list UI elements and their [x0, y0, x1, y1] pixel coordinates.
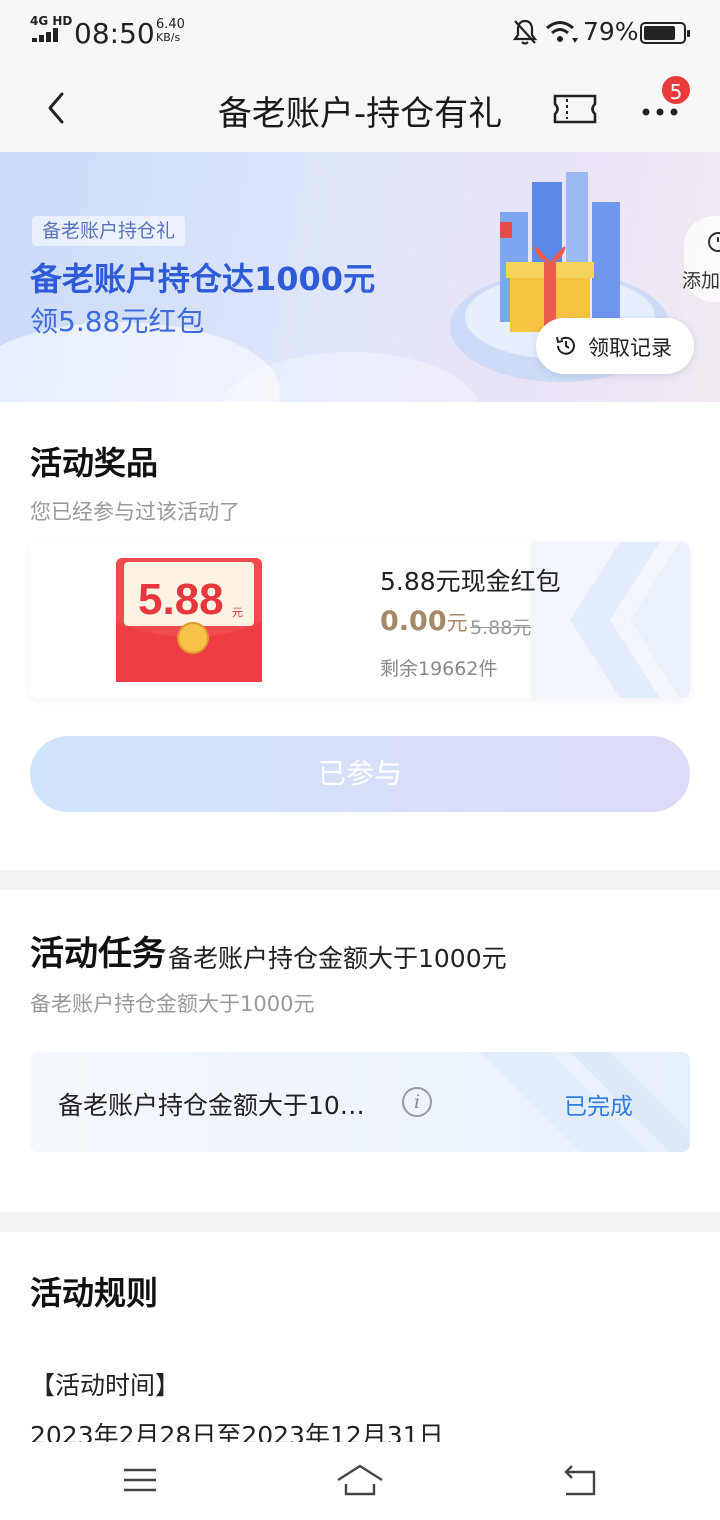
redpack-amount: 5.88	[138, 575, 224, 624]
rules-section: 活动规则 【活动时间】 2023年2月28日至2023年12月31日	[0, 1232, 720, 1442]
speed-value: 6.40	[156, 17, 185, 32]
signal-icon	[32, 28, 62, 42]
task-item[interactable]: 备老账户持仓金额大于10… i 已完成	[30, 1052, 690, 1152]
history-icon	[556, 336, 575, 355]
prize-section-title: 活动奖品	[30, 444, 159, 482]
bell-muted-icon	[512, 19, 538, 45]
redpack-unit: 元	[232, 607, 243, 619]
prize-section-subtitle: 您已经参与过该活动了	[30, 500, 240, 524]
banner-subline: 领5.88元红包	[30, 305, 205, 338]
promo-banner: 备老账户持仓礼 备老账户持仓达1000元 领5.88元红包 领取记录 添加	[0, 152, 720, 402]
task-section-title: 活动任务	[30, 934, 166, 974]
claim-record-label: 领取记录	[588, 336, 672, 360]
notification-badge: 5	[660, 74, 692, 106]
wifi-icon	[546, 21, 578, 43]
battery-percent: 79%	[583, 17, 639, 46]
prize-original-price: 5.88元	[470, 617, 532, 639]
clock-icon	[708, 232, 720, 252]
prize-price-unit: 元	[446, 611, 468, 635]
prize-price: 0.00元	[380, 606, 468, 637]
home-icon[interactable]	[336, 1462, 384, 1498]
task-section-subtitle: 备老账户持仓金额大于1000元	[30, 992, 315, 1016]
joined-button[interactable]: 已参与	[30, 736, 690, 812]
title-bar: 备老账户-持仓有礼 5	[0, 64, 720, 152]
system-nav-bar	[0, 1442, 720, 1520]
banner-tag: 备老账户持仓礼	[32, 216, 186, 246]
task-status: 已完成	[564, 1094, 633, 1120]
page-title: 备老账户-持仓有礼	[217, 94, 503, 134]
ticket-icon[interactable]	[552, 93, 598, 125]
info-icon[interactable]: i	[402, 1087, 432, 1117]
prize-section: 活动奖品 您已经参与过该活动了 5.88 元 5.88元现金红包 0.00元 5…	[0, 402, 720, 870]
status-bar: 4G HD 08:50 6.40 KB/s 79%	[0, 0, 720, 64]
prize-name: 5.88元现金红包	[380, 567, 561, 596]
battery-icon	[640, 22, 690, 44]
prize-remaining: 剩余19662件	[380, 658, 498, 680]
rules-heading: 【活动时间】	[30, 1371, 181, 1400]
network-speed: 6.40 KB/s	[156, 18, 185, 44]
prize-price-value: 0.00	[380, 606, 447, 637]
prize-card[interactable]: 5.88 元 5.88元现金红包 0.00元 5.88元 剩余19662件	[30, 542, 690, 698]
back-arrow-icon[interactable]	[38, 88, 78, 128]
task-item-text: 备老账户持仓金额大于10…	[58, 1091, 365, 1120]
back-nav-icon[interactable]	[560, 1462, 600, 1498]
rules-section-title: 活动规则	[30, 1274, 159, 1312]
menu-icon[interactable]	[122, 1462, 158, 1498]
add-button[interactable]: 添加	[682, 216, 720, 302]
speed-unit: KB/s	[156, 31, 181, 44]
task-section-title-extra: 备老账户持仓金额大于1000元	[168, 944, 507, 973]
clock-time: 08:50	[74, 17, 155, 50]
task-section: 活动任务 备老账户持仓金额大于1000元 备老账户持仓金额大于1000元 备老账…	[0, 890, 720, 1212]
add-label: 添加	[682, 270, 720, 292]
network-type: 4G HD	[30, 14, 73, 28]
claim-record-button[interactable]: 领取记录	[536, 318, 694, 374]
banner-headline: 备老账户持仓达1000元	[30, 260, 376, 298]
rules-date-range: 2023年2月28日至2023年12月31日	[30, 1421, 444, 1442]
red-packet-image: 5.88 元	[116, 558, 262, 682]
